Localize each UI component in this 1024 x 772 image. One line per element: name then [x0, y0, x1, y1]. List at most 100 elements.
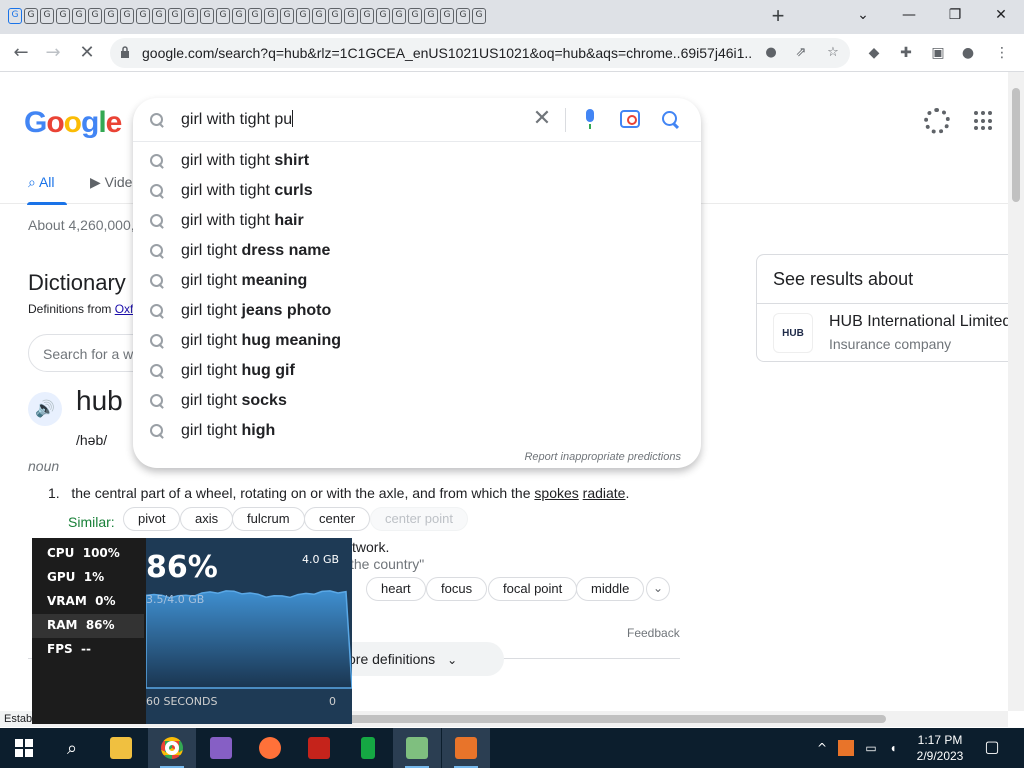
suggestion-item[interactable]: girl tight dress name — [133, 236, 701, 266]
apps-grid-icon[interactable] — [974, 111, 994, 131]
chrome-icon[interactable] — [148, 728, 196, 768]
tab-favicon[interactable]: G — [472, 8, 486, 24]
clock[interactable]: 1:17 PM 2/9/2023 — [908, 732, 972, 772]
tab-favicon[interactable]: G — [376, 8, 390, 24]
tab-favicon[interactable]: G — [280, 8, 294, 24]
profile-avatar-icon[interactable]: ● — [958, 43, 978, 63]
perf-metric-gpu[interactable]: GPU 1% — [32, 566, 144, 590]
search-box[interactable]: girl with tight pu ✕ — [133, 98, 701, 142]
tab-favicon[interactable]: G — [440, 8, 454, 24]
tab-favicon[interactable]: G — [184, 8, 198, 24]
hub-logo[interactable]: HUB — [773, 313, 813, 353]
entity-name-link[interactable]: HUB International Limited — [829, 313, 1008, 331]
tab-favicon[interactable]: G — [168, 8, 182, 24]
tab-favicon[interactable]: G — [408, 8, 422, 24]
tab-favicon[interactable]: G — [56, 8, 70, 24]
address-bar[interactable]: google.com/search?q=hub&rlz=1C1GCEA_enUS… — [110, 38, 850, 68]
pronunciation-speaker-icon[interactable]: 🔊 — [28, 392, 62, 426]
tab-favicon[interactable]: G — [264, 8, 278, 24]
url-text[interactable]: google.com/search?q=hub&rlz=1C1GCEA_enUS… — [142, 45, 752, 61]
perf-metric-cpu[interactable]: CPU 100% — [32, 542, 144, 566]
suggestion-item[interactable]: girl tight jeans photo — [133, 296, 701, 326]
tab-favicon[interactable]: G — [136, 8, 150, 24]
suggestion-item[interactable]: girl with tight curls — [133, 176, 701, 206]
visual-studio-icon[interactable] — [197, 728, 245, 768]
start-button[interactable] — [0, 728, 48, 768]
tab-favicon[interactable]: G — [104, 8, 118, 24]
similar-chip[interactable]: focus — [426, 577, 488, 601]
firefox-icon[interactable] — [246, 728, 294, 768]
location-icon[interactable]: ● — [762, 44, 780, 62]
tab-search-icon[interactable]: ⌄ — [840, 0, 886, 30]
tab-favicon[interactable]: G — [360, 8, 374, 24]
tab-favicon[interactable]: G — [40, 8, 54, 24]
back-button[interactable]: ← — [8, 40, 34, 66]
suggestion-item[interactable]: girl tight hug gif — [133, 356, 701, 386]
more-definitions-button[interactable]: ore definitions ⌄ — [330, 642, 504, 676]
tab-favicon[interactable]: G — [456, 8, 470, 24]
extensions-puzzle-icon[interactable]: ✚ — [896, 43, 916, 63]
green-app-icon[interactable] — [344, 728, 392, 768]
similar-chip[interactable]: middle — [576, 577, 645, 601]
tab-favicon[interactable]: G — [24, 8, 38, 24]
bookmark-star-icon[interactable]: ☆ — [824, 44, 842, 62]
clear-icon[interactable]: ✕ — [529, 106, 555, 132]
tab-all[interactable]: ⌕ All — [28, 174, 55, 191]
google-logo[interactable]: Google — [24, 106, 122, 140]
tab-favicon[interactable]: G — [312, 8, 326, 24]
tab-favicon[interactable]: G — [216, 8, 230, 24]
microphone-icon[interactable] — [584, 109, 596, 129]
menu-kebab-icon[interactable]: ⋮ — [992, 43, 1012, 63]
vertical-scrollbar[interactable] — [1008, 72, 1024, 711]
perf-metric-ram[interactable]: RAM 86% — [32, 614, 144, 638]
suggestion-item[interactable]: girl tight hug meaning — [133, 326, 701, 356]
share-icon[interactable]: ⇗ — [792, 44, 810, 62]
search-input[interactable]: girl with tight pu — [181, 110, 294, 129]
tab-favicon[interactable]: G — [232, 8, 246, 24]
suggestion-item[interactable]: girl with tight shirt — [133, 146, 701, 176]
perf-metric-vram[interactable]: VRAM 0% — [32, 590, 144, 614]
tab-favicon[interactable]: G — [424, 8, 438, 24]
search-submit-icon[interactable] — [661, 110, 681, 130]
source-link[interactable]: Oxf — [115, 302, 134, 316]
suggestion-item[interactable]: girl tight socks — [133, 386, 701, 416]
tab-favicon[interactable]: G — [120, 8, 134, 24]
scroll-thumb[interactable] — [340, 715, 886, 723]
scroll-thumb[interactable] — [1012, 88, 1020, 202]
rocket-app-icon[interactable] — [442, 728, 490, 768]
notifications-icon[interactable]: ▢ — [980, 728, 1004, 768]
similar-chip[interactable]: center — [304, 507, 371, 531]
similar-chip[interactable]: focal point — [488, 577, 578, 601]
tab-favicon[interactable]: G — [152, 8, 166, 24]
search-icon[interactable]: ⌕ — [48, 728, 96, 768]
tray-overflow-chevron[interactable]: ^ — [812, 728, 832, 768]
tab-favicon[interactable]: G — [88, 8, 102, 24]
tab-favicon[interactable]: G — [296, 8, 310, 24]
report-predictions-link[interactable]: Report inappropriate predictions — [524, 451, 681, 463]
tab-favicon[interactable]: G — [248, 8, 262, 24]
forward-button[interactable]: → — [40, 40, 66, 66]
tab-favicon[interactable]: G — [8, 8, 22, 24]
settings-gear-icon[interactable] — [924, 108, 950, 134]
tab-favicon[interactable]: G — [392, 8, 406, 24]
similar-chip[interactable]: fulcrum — [232, 507, 305, 531]
spokes-link[interactable]: spokes — [534, 485, 578, 501]
suggestion-item[interactable]: girl with tight hair — [133, 206, 701, 236]
radiate-link[interactable]: radiate — [583, 485, 626, 501]
network-icon[interactable]: ▭ — [862, 728, 880, 768]
suggestion-item[interactable]: girl tight meaning — [133, 266, 701, 296]
stop-loading-button[interactable]: ✕ — [74, 40, 100, 66]
tab-favicon[interactable]: G — [344, 8, 358, 24]
tab-videos[interactable]: ▶ Vide — [90, 174, 132, 191]
tab-favicon[interactable]: G — [200, 8, 214, 24]
tab-favicon[interactable]: G — [72, 8, 86, 24]
side-panel-icon[interactable]: ▣ — [928, 43, 948, 63]
feedback-link[interactable]: Feedback — [627, 626, 680, 640]
similar-chip[interactable]: heart — [366, 577, 426, 601]
suggestion-item[interactable]: girl tight high — [133, 416, 701, 446]
similar-chip[interactable]: axis — [180, 507, 234, 531]
tab-favicon[interactable]: G — [328, 8, 342, 24]
performance-overlay[interactable]: CPU 100% GPU 1% VRAM 0% RAM 86% FPS -- 86% 4… — [32, 538, 353, 724]
game-app-icon[interactable] — [295, 728, 343, 768]
maximize-button[interactable]: ❐ — [932, 0, 978, 30]
